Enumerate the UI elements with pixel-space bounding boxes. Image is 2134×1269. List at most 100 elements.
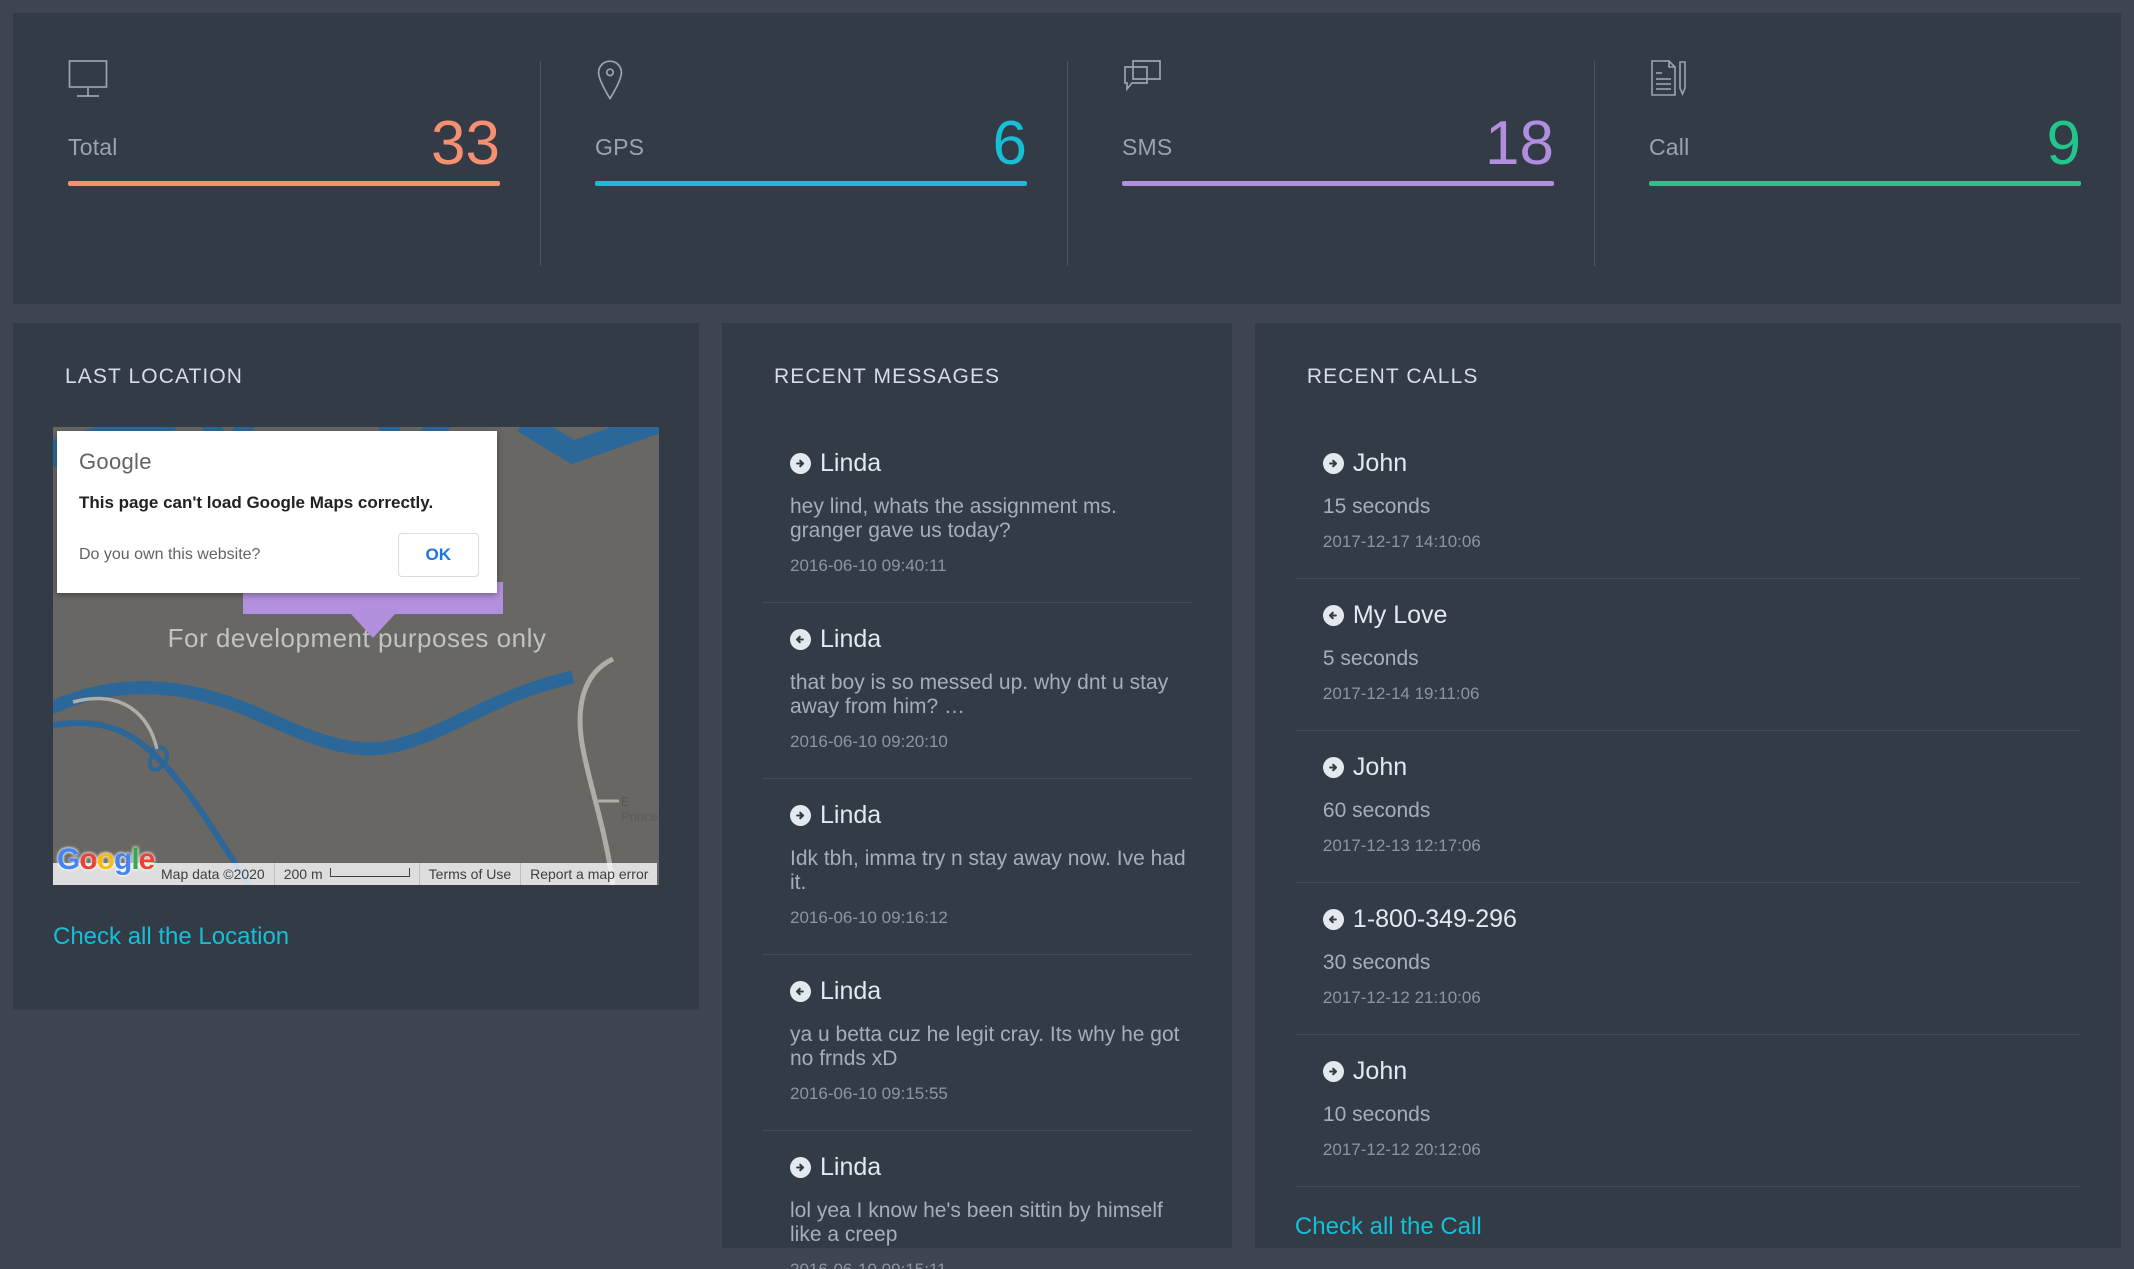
list-item-detail: 30 seconds [1322,951,1431,974]
stat-underline [1122,181,1554,186]
list-item-detail: Idk tbh, imma try n stay away now. Ive h… [790,847,1186,894]
contact-name: Linda [820,449,882,477]
list-item-timestamp: 2017-12-13 12:17:06 [1322,836,1481,855]
list-item-timestamp: 2016-06-10 09:15:55 [790,1084,948,1103]
stat-value: 33 [431,109,500,178]
list-item-detail: ya u betta cuz he legit cray. Its why he… [790,1023,1180,1070]
contact-name: 1-800-349-296 [1352,905,1517,933]
document-pen-icon [1649,59,2081,105]
map-scale: 200 m [273,863,419,885]
monitor-icon [68,59,500,105]
list-item-detail: 60 seconds [1322,799,1431,822]
contact-name: My Love [1352,601,1448,629]
dialog-headline: This page can't load Google Maps correct… [79,493,434,512]
panel-title-recent-messages: RECENT MESSAGES [774,365,1001,388]
list-item-header: Linda [790,449,1192,478]
google-wordmark: Google [79,449,152,474]
stat-underline [68,181,500,186]
map-scale-bar [329,867,410,877]
arrow-right-circle-icon [790,453,811,474]
arrow-right-circle-icon [790,805,811,826]
list-item-timestamp: 2017-12-12 20:12:06 [1322,1140,1481,1159]
list-item[interactable]: My Love 5 seconds 2017-12-14 19:11:06 [1294,579,2081,731]
stat-label: Total [68,134,118,160]
contact-name: Linda [820,1153,882,1181]
list-item-header: John [1322,753,2081,782]
contact-name: John [1352,1057,1408,1085]
stat-card-sms: SMS 18 [1067,13,1594,304]
list-item-header: Linda [790,801,1192,830]
list-item-detail: lol yea I know he's been sittin by himse… [790,1199,1163,1246]
arrow-left-circle-icon [1322,909,1344,930]
list-item-header: 1-800-349-296 [1322,905,2081,934]
list-item-detail: 15 seconds [1322,495,1431,518]
list-item[interactable]: Linda ya u betta cuz he legit cray. Its w… [762,955,1192,1131]
calls-list: John 15 seconds 2017-12-17 14:10:06 My Love… [1294,427,2081,1187]
arrow-left-circle-icon [1322,605,1344,626]
arrow-right-circle-icon [790,1157,811,1178]
list-item[interactable]: John 10 seconds 2017-12-12 20:12:06 [1294,1035,2081,1187]
stats-summary-bar: Total 33 GPS 6 SMS 18 Call 9 [13,13,2121,304]
list-item[interactable]: John 15 seconds 2017-12-17 14:10:06 [1294,427,2081,579]
list-item[interactable]: Linda lol yea I know he's been sittin by … [762,1131,1192,1269]
list-item-header: John [1322,1057,2081,1086]
list-item-header: My Love [1322,601,2081,630]
stat-value: 18 [1485,109,1554,178]
list-item-timestamp: 2017-12-12 21:10:06 [1322,988,1481,1007]
contact-name: John [1352,753,1408,781]
list-item[interactable]: John 60 seconds 2017-12-13 12:17:06 [1294,731,2081,883]
map-pin-icon [595,59,1027,105]
check-all-call-link[interactable]: Check all the Call [1295,1213,1482,1241]
list-item[interactable]: Linda Idk tbh, imma try n stay away now. … [762,779,1192,955]
list-item-header: Linda [790,625,1192,654]
stat-card-total: Total 33 [13,13,540,304]
list-item-timestamp: 2017-12-17 14:10:06 [1322,532,1481,551]
map-scale-label: 200 m [283,866,323,882]
arrow-right-circle-icon [1322,453,1344,474]
arrow-left-circle-icon [790,629,811,650]
list-item[interactable]: 1-800-349-296 30 seconds 2017-12-12 21:10:… [1294,883,2081,1035]
panel-last-location: LAST LOCATION For development purposes o… [13,323,699,1010]
list-item-timestamp: 2016-06-10 09:16:12 [790,908,948,927]
list-item-timestamp: 2016-06-10 09:40:11 [790,556,947,575]
contact-name: John [1352,449,1408,477]
list-item-detail: that boy is so messed up. why dnt u stay… [790,671,1169,718]
arrow-left-circle-icon [790,981,811,1002]
list-item-timestamp: 2016-06-10 09:20:10 [790,732,948,751]
panel-recent-messages: RECENT MESSAGES Linda hey lind, whats the… [722,323,1232,1269]
list-item-detail: 5 seconds [1322,647,1419,670]
stat-card-call: Call 9 [1594,13,2121,304]
stat-label: Call [1649,134,1690,160]
list-item[interactable]: Linda hey lind, whats the assignment ms. … [762,427,1192,603]
google-logo[interactable]: Google [57,843,155,877]
list-item-timestamp: 2017-12-14 19:11:06 [1322,684,1480,703]
ok-button[interactable]: OK [397,533,479,577]
list-item-timestamp: 2016-06-10 09:15:11 [790,1260,1192,1269]
dialog-question: Do you own this website? [79,546,261,563]
panels-row: LAST LOCATION For development purposes o… [13,323,2121,1269]
stat-label: SMS [1122,134,1173,160]
list-item-header: John [1322,449,2081,478]
stat-value: 6 [992,109,1027,178]
map-view[interactable]: For development purposes only E Prince G… [53,427,659,885]
contact-name: Linda [820,625,882,653]
dialog-footer: Do you own this website? OK [79,533,479,577]
check-all-location-link[interactable]: Check all the Location [53,923,289,951]
panel-title-recent-calls: RECENT CALLS [1306,365,1479,388]
stat-card-gps: GPS 6 [540,13,1067,304]
terms-of-use-link[interactable]: Terms of Use [418,863,521,885]
map-street-label: E Prince [621,794,658,824]
list-item[interactable]: Linda that boy is so messed up. why dnt u… [762,603,1192,779]
messages-list: Linda hey lind, whats the assignment ms. … [762,427,1192,1269]
report-map-error-link[interactable]: Report a map error [520,863,658,885]
panel-title-last-location: LAST LOCATION [65,365,244,388]
list-item-detail: hey lind, whats the assignment ms. grang… [790,495,1117,542]
contact-name: Linda [820,801,882,829]
list-item-header: Linda [790,977,1192,1006]
stat-label: GPS [595,134,645,160]
chat-bubbles-icon [1122,59,1554,105]
panel-recent-calls: RECENT CALLS John 15 seconds 2017-12-17 14… [1254,323,2121,1248]
arrow-right-circle-icon [1322,1061,1344,1082]
contact-name: Linda [820,977,882,1005]
dashboard-page: Total 33 GPS 6 SMS 18 Call 9 LAST LOCATI… [0,0,2134,1269]
